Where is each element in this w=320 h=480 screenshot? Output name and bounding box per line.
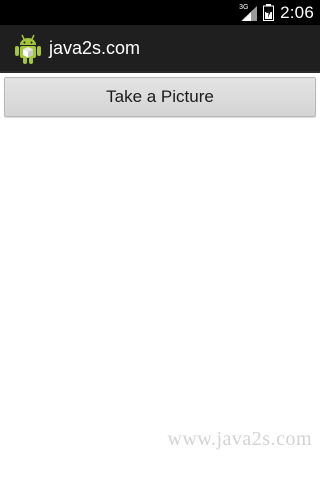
signal-icon: 3G [239,4,258,22]
take-picture-button[interactable]: Take a Picture [4,77,316,117]
phone-screen: 3G 2:06 java2s.com Take a Picture www.ja… [0,0,320,480]
status-icons: 3G 2:06 [239,0,314,25]
watermark: www.java2s.com [167,428,312,450]
app-title: java2s.com [49,38,141,58]
status-clock: 2:06 [280,2,314,22]
android-robot-icon[interactable] [14,33,42,65]
battery-icon [263,4,275,21]
action-bar: java2s.com [0,25,320,73]
status-bar: 3G 2:06 [0,0,320,25]
